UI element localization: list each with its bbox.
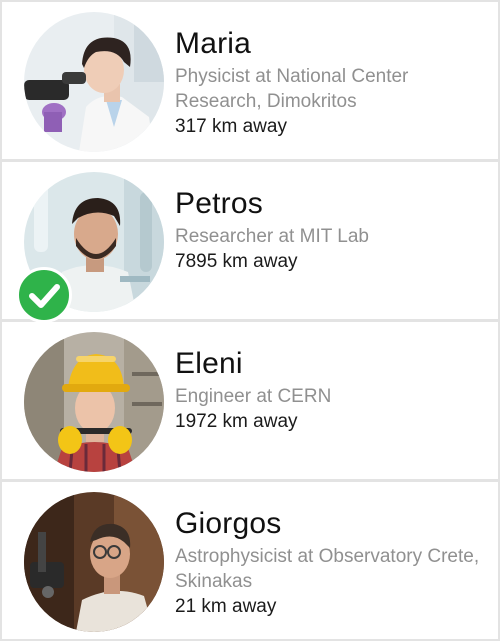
person-card-maria[interactable]: Maria Physicist at National Center Resea… [2, 2, 498, 159]
people-list: Maria Physicist at National Center Resea… [0, 0, 500, 641]
person-role: Astrophysicist at Observatory Crete, Ski… [175, 546, 480, 592]
person-info-petros: Petros Researcher at MIT Lab 7895 km awa… [175, 186, 487, 274]
person-card-eleni[interactable]: Eleni Engineer at CERN 1972 km away [2, 322, 498, 479]
person-role: Engineer at CERN [175, 386, 332, 407]
person-name: Giorgos [175, 507, 282, 540]
verified-badge [16, 267, 72, 323]
person-name: Maria [175, 27, 252, 60]
person-name: Eleni [175, 347, 243, 380]
person-card-giorgos[interactable]: Giorgos Astrophysicist at Observatory Cr… [2, 482, 498, 639]
avatar-maria [24, 12, 164, 152]
person-name: Petros [175, 187, 263, 220]
person-info-giorgos: Giorgos Astrophysicist at Observatory Cr… [175, 506, 487, 619]
person-distance: 7895 km away [175, 251, 298, 272]
avatar-eleni [24, 332, 164, 472]
person-info-maria: Maria Physicist at National Center Resea… [175, 26, 487, 139]
engineer-hardhat-photo [24, 332, 164, 472]
astrophysicist-telescope-photo [24, 492, 164, 632]
person-card-petros[interactable]: Petros Researcher at MIT Lab 7895 km awa… [2, 162, 498, 323]
person-distance: 1972 km away [175, 411, 298, 432]
person-distance: 317 km away [175, 116, 287, 137]
checkmark-icon [29, 284, 60, 308]
person-distance: 21 km away [175, 596, 277, 617]
person-info-eleni: Eleni Engineer at CERN 1972 km away [175, 346, 487, 434]
person-role: Physicist at National Center Research, D… [175, 66, 409, 112]
scientist-microscope-photo [24, 12, 164, 152]
person-role: Researcher at MIT Lab [175, 226, 369, 247]
avatar-giorgos [24, 492, 164, 632]
